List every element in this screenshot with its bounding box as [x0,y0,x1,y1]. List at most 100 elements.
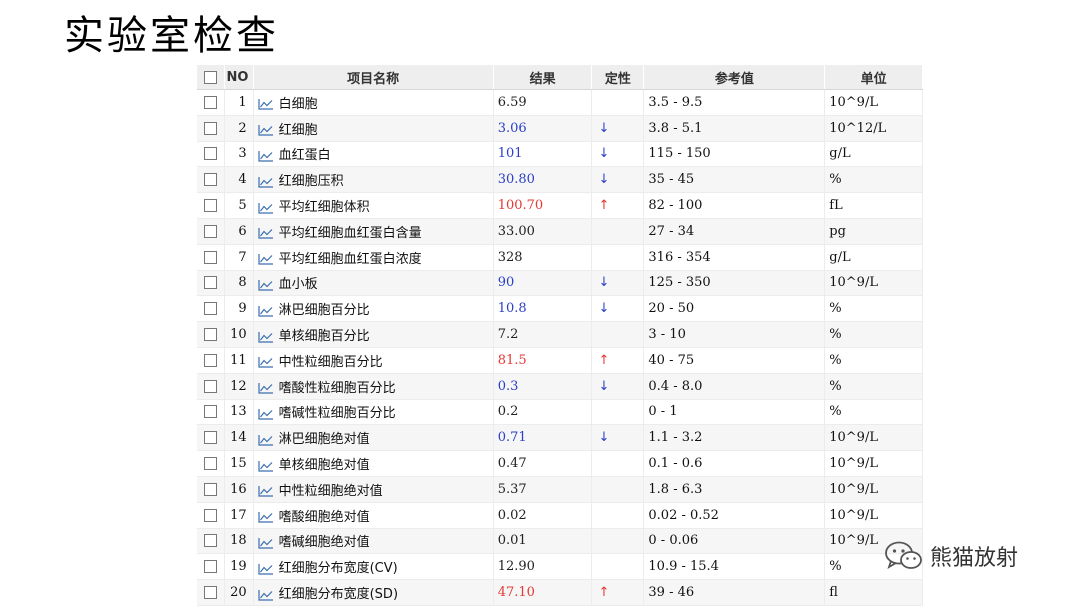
trend-chart-icon[interactable] [258,537,274,549]
table-row[interactable]: 1 白细胞 6.59 3.5 - 9.5 10^9/L [197,89,923,116]
table-row[interactable]: 8 血小板 90 ↓ 125 - 350 10^9/L [197,270,923,297]
trend-chart-icon[interactable] [258,305,274,317]
trend-chart-icon[interactable] [258,227,274,239]
result-value: 101 [493,141,593,168]
checkbox-box[interactable] [203,457,217,471]
checkbox-box[interactable] [203,147,217,161]
row-checkbox[interactable] [197,373,225,400]
row-checkbox[interactable] [197,89,225,116]
trend-chart-icon[interactable] [258,98,274,110]
trend-chart-icon[interactable] [258,434,274,446]
row-number: 14 [224,424,254,452]
checkbox-box[interactable] [203,508,217,522]
trend-chart-icon[interactable] [258,279,274,291]
table-row[interactable]: 13 嗜碱性粒细胞百分比 0.2 0 - 1% [197,399,923,426]
checkbox-box[interactable] [203,70,217,84]
row-checkbox[interactable] [197,476,225,503]
table-row[interactable]: 2 红细胞 3.06 ↓ 3.8 - 5.1 10^12/L [197,115,923,142]
table-row[interactable]: 18 嗜碱细胞绝对值 0.01 0 - 0.06 10^9/L [197,528,923,555]
row-checkbox[interactable] [197,450,225,477]
row-checkbox[interactable] [197,502,225,529]
checkbox-box[interactable] [203,224,217,238]
trend-chart-icon[interactable] [258,460,274,472]
trend-chart-icon[interactable] [258,485,274,497]
checkbox-box[interactable] [203,353,217,367]
checkbox-box[interactable] [203,250,217,264]
table-row[interactable]: 16 中性粒细胞绝对值 5.37 1.8 - 6.3 10^9/L [197,476,923,503]
trend-chart-icon[interactable] [258,589,274,601]
checkbox-box[interactable] [203,534,217,548]
table-row[interactable]: 5 平均红细胞体积 100.70 ↑ 82 - 100 fL [197,192,923,219]
table-row[interactable]: 7 平均红细胞血红蛋白浓度 328 316 - 354 g/L [197,244,923,271]
select-all-checkbox[interactable] [197,65,225,90]
row-checkbox[interactable] [197,270,225,297]
header-unit: 单位 [824,65,923,90]
row-number: 3 [224,141,254,168]
row-checkbox[interactable] [197,553,225,581]
item-name: 淋巴细胞百分比 [278,303,370,319]
unit: 10^9/L [824,424,923,452]
checkbox-box[interactable] [203,199,217,213]
result-value: 30.80 [493,166,593,194]
table-row[interactable]: 9 淋巴细胞百分比 10.8 ↓ 20 - 50% [197,295,923,323]
checkbox-box[interactable] [203,482,217,496]
trend-chart-icon[interactable] [258,124,274,136]
table-row[interactable]: 11 中性粒细胞百分比 81.5 ↑ 40 - 75% [197,347,923,374]
row-checkbox[interactable] [197,528,225,555]
item-name: 红细胞 [278,122,318,138]
row-checkbox[interactable] [197,321,225,348]
checkbox-box[interactable] [203,379,217,393]
table-row[interactable]: 15 单核细胞绝对值 0.47 0.1 - 0.6 10^9/L [197,450,923,477]
row-number: 7 [224,244,254,271]
row-number: 11 [224,347,254,374]
item-name: 嗜碱细胞绝对值 [278,535,370,551]
row-checkbox[interactable] [197,192,225,219]
qualitative-flag [591,450,645,477]
table-row[interactable]: 4 红细胞压积 30.80 ↓ 35 - 45% [197,166,923,194]
trend-chart-icon[interactable] [258,511,274,523]
checkbox-box[interactable] [203,586,217,600]
table-row[interactable]: 20 红细胞分布宽度(SD) 47.10 ↑ 39 - 46 fl [197,579,923,606]
item-name: 嗜酸性粒细胞百分比 [278,380,396,396]
table-row[interactable]: 14 淋巴细胞绝对值 0.71 ↓ 1.1 - 3.2 10^9/L [197,424,923,452]
checkbox-box[interactable] [203,95,217,109]
checkbox-box[interactable] [203,405,217,419]
row-checkbox[interactable] [197,166,225,194]
trend-chart-icon[interactable] [258,408,274,420]
item-name-cell: 单核细胞绝对值 [253,450,494,477]
checkbox-box[interactable] [203,328,217,342]
trend-chart-icon[interactable] [258,176,274,188]
trend-chart-icon[interactable] [258,150,274,162]
trend-chart-icon[interactable] [258,253,274,265]
row-checkbox[interactable] [197,115,225,142]
checkbox-box[interactable] [203,560,217,574]
table-row[interactable]: 12 嗜酸性粒细胞百分比 0.3 ↓ 0.4 - 8.0% [197,373,923,400]
unit: fl [824,579,923,606]
table-row[interactable]: 6 平均红细胞血红蛋白含量 33.00 27 - 34 pg [197,218,923,245]
row-checkbox[interactable] [197,579,225,606]
row-checkbox[interactable] [197,218,225,245]
checkbox-box[interactable] [203,431,217,445]
row-checkbox[interactable] [197,295,225,323]
row-checkbox[interactable] [197,244,225,271]
table-row[interactable]: 3 血红蛋白 101 ↓ 115 - 150 g/L [197,141,923,168]
trend-chart-icon[interactable] [258,331,274,343]
checkbox-box[interactable] [203,121,217,135]
checkbox-box[interactable] [203,173,217,187]
table-row[interactable]: 17 嗜酸细胞绝对值 0.02 0.02 - 0.52 10^9/L [197,502,923,529]
item-name-cell: 中性粒细胞绝对值 [253,476,494,503]
unit: 10^12/L [824,115,923,142]
checkbox-box[interactable] [203,276,217,290]
row-checkbox[interactable] [197,141,225,168]
reference-range: 0.02 - 0.52 [643,502,826,529]
checkbox-box[interactable] [203,302,217,316]
table-row[interactable]: 19 红细胞分布宽度(CV) 12.90 10.9 - 15.4% [197,553,923,581]
row-checkbox[interactable] [197,399,225,426]
trend-chart-icon[interactable] [258,382,274,394]
trend-chart-icon[interactable] [258,202,274,214]
table-row[interactable]: 10 单核细胞百分比 7.2 3 - 10% [197,321,923,348]
row-checkbox[interactable] [197,347,225,374]
trend-chart-icon[interactable] [258,563,274,575]
trend-chart-icon[interactable] [258,356,274,368]
row-checkbox[interactable] [197,424,225,452]
